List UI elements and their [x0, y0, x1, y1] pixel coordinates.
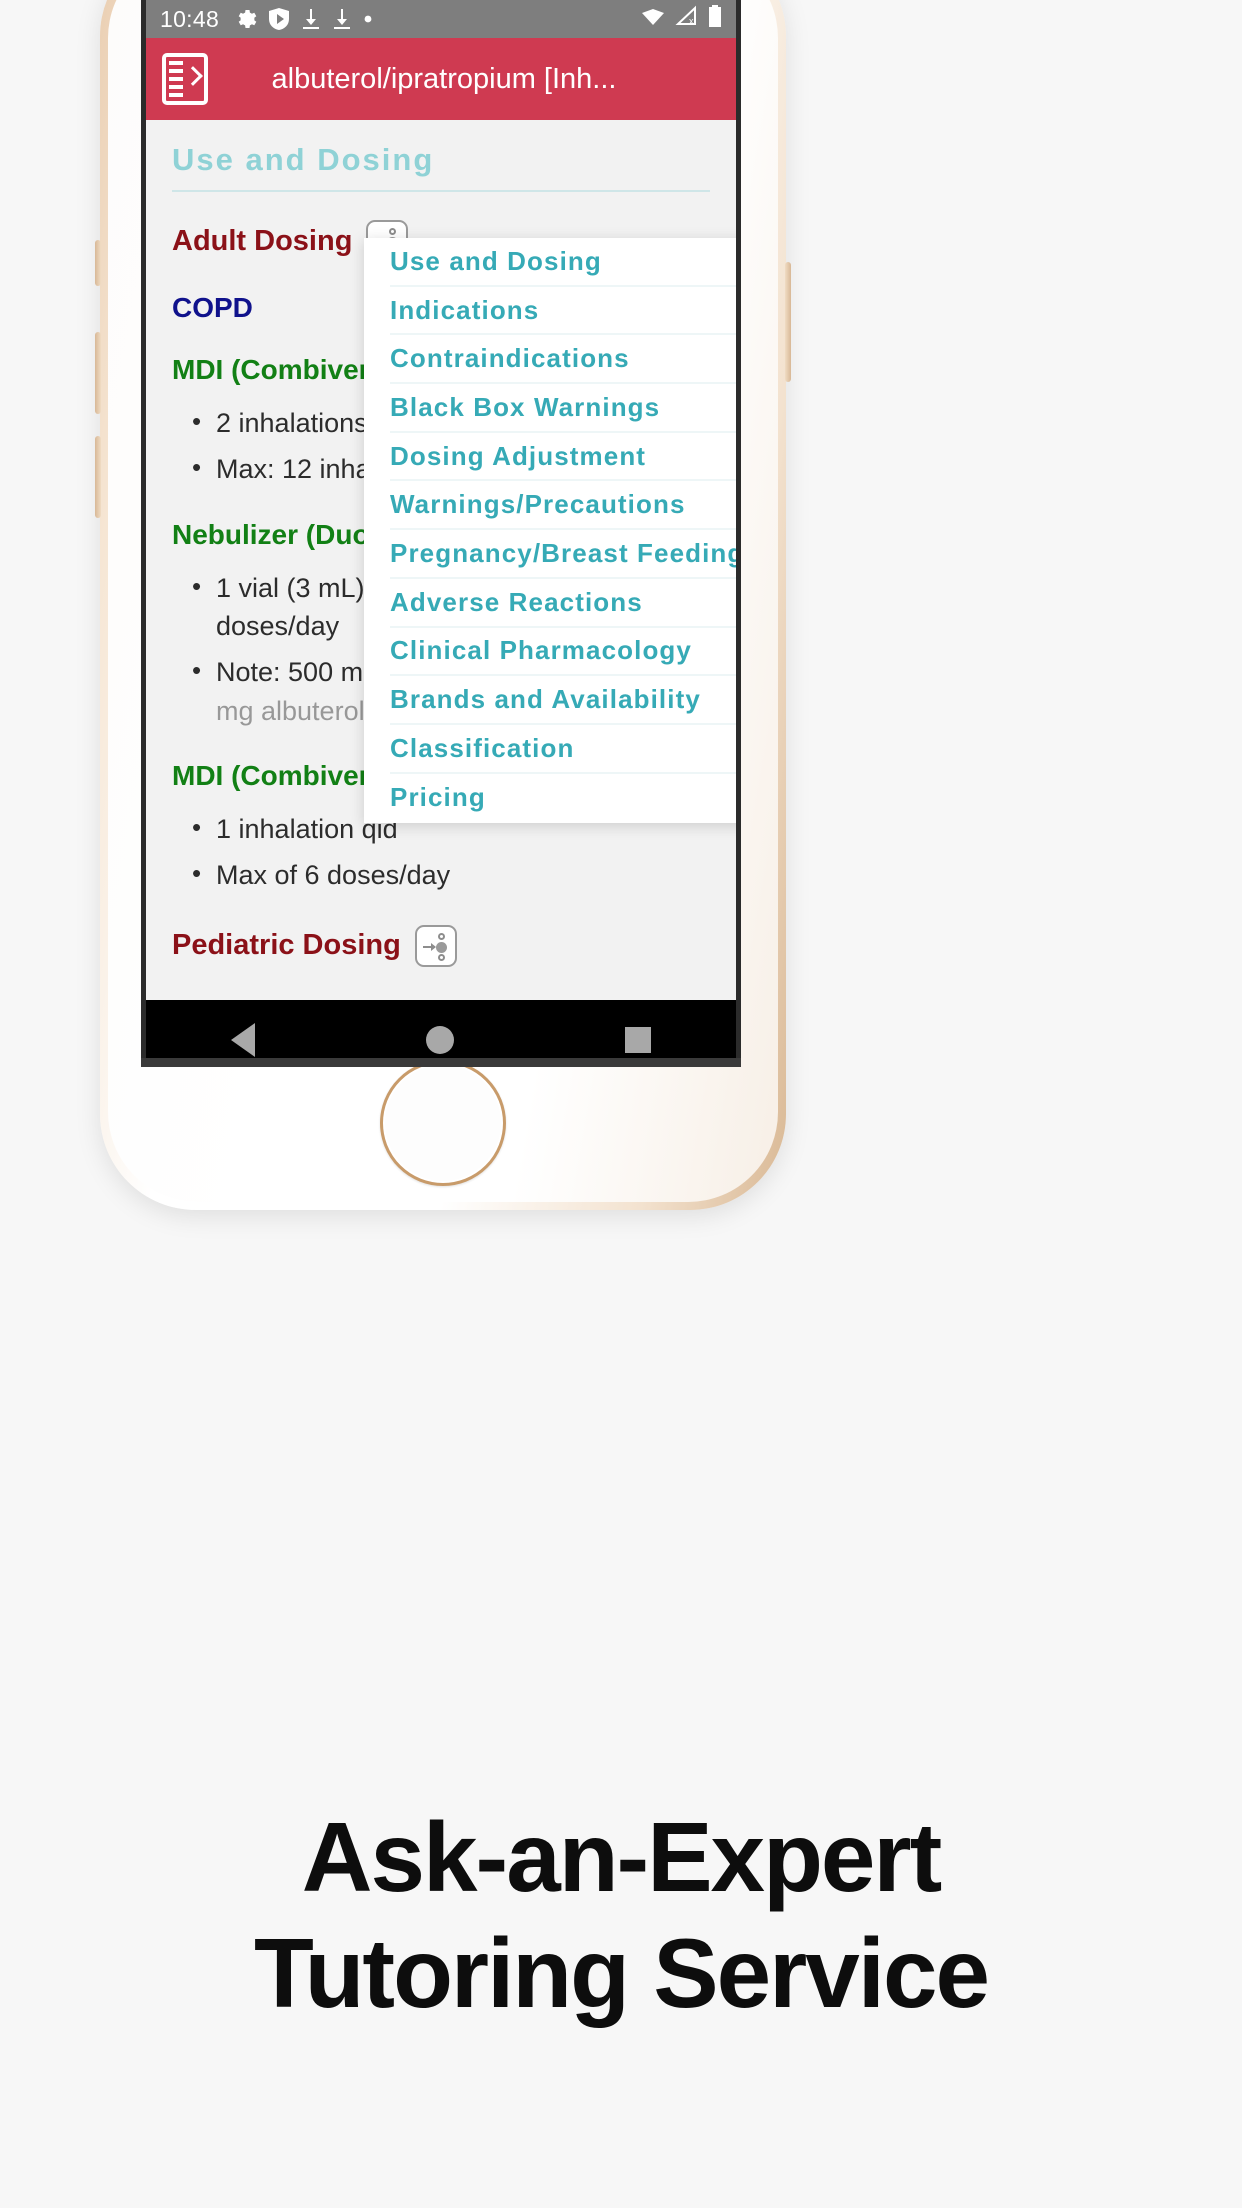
promo-caption: Ask-an-Expert Tutoring Service — [0, 1800, 1242, 2031]
cellular-no-signal-icon: x — [675, 5, 699, 33]
list-item-line-1: 1 vial (3 mL) — [216, 572, 365, 603]
recents-square-icon[interactable] — [624, 1027, 651, 1053]
app-bar-title: albuterol/ipratropium [Inh... — [271, 62, 617, 95]
drug-content-area: Use and Dosing Adult Dosing COPD MDI (Co… — [146, 120, 736, 1000]
back-triangle-icon[interactable] — [231, 1023, 256, 1057]
phone-power-button — [785, 262, 791, 382]
menu-item-indications[interactable]: Indications — [390, 287, 736, 336]
pediatric-dosing-label: Pediatric Dosing — [172, 929, 401, 962]
wifi-icon — [640, 5, 666, 33]
battery-icon — [708, 4, 722, 34]
phone-volume-up-button — [95, 332, 101, 414]
pediatric-dosing-header: Pediatric Dosing — [172, 924, 710, 967]
menu-item-warnings-precautions[interactable]: Warnings/Precautions — [390, 481, 736, 531]
home-circle-icon[interactable] — [425, 1026, 454, 1054]
dose-calculator-icon[interactable] — [414, 924, 457, 967]
phone-volume-down-button — [95, 436, 101, 518]
section-dropdown-menu[interactable]: Use and Dosing Indications Contraindicat… — [364, 238, 736, 823]
page-title: Use and Dosing — [172, 142, 435, 177]
app-bar: albuterol/ipratropium [Inh... — [146, 38, 736, 120]
shield-play-icon — [268, 7, 290, 31]
promo-caption-line-2: Tutoring Service — [253, 1917, 990, 2028]
title-divider — [172, 190, 710, 192]
download-icon — [301, 7, 321, 31]
menu-item-brands-and-availability[interactable]: Brands and Availability — [390, 676, 736, 725]
phone-mute-switch — [95, 240, 101, 286]
page-root: 10:48 x albuterol/ipratropium [Inh... Us… — [0, 0, 1242, 2208]
promo-caption-line-1: Ask-an-Expert — [301, 1802, 942, 1912]
android-navigation-bar — [146, 1000, 736, 1058]
svg-text:x: x — [689, 16, 694, 26]
menu-item-pricing[interactable]: Pricing — [390, 774, 736, 823]
list-item-line-1: Note: 500 mc — [216, 657, 377, 688]
list-panel-icon[interactable] — [162, 53, 208, 105]
gear-icon — [233, 7, 257, 31]
screen-bottom-bezel — [141, 1058, 741, 1067]
menu-item-black-box-warnings[interactable]: Black Box Warnings — [390, 384, 736, 433]
download-icon — [332, 7, 352, 31]
dot-icon — [363, 14, 373, 24]
menu-item-clinical-pharmacology[interactable]: Clinical Pharmacology — [390, 628, 736, 677]
list-item: Max of 6 doses/day — [192, 855, 710, 894]
phone-screen: 10:48 x albuterol/ipratropium [Inh... Us… — [141, 0, 741, 1058]
menu-item-pregnancy-breast-feeding[interactable]: Pregnancy/Breast Feeding — [390, 530, 736, 579]
phone-home-button[interactable] — [380, 1060, 506, 1186]
status-bar-clock: 10:48 — [160, 5, 220, 32]
menu-item-dosing-adjustment[interactable]: Dosing Adjustment — [390, 433, 736, 482]
menu-item-use-and-dosing[interactable]: Use and Dosing — [390, 238, 736, 287]
status-bar-right-icons: x — [640, 4, 722, 34]
menu-item-adverse-reactions[interactable]: Adverse Reactions — [390, 579, 736, 628]
adult-dosing-label: Adult Dosing — [172, 224, 353, 257]
menu-item-classification[interactable]: Classification — [390, 725, 736, 774]
status-bar: 10:48 x — [146, 0, 736, 38]
menu-item-contraindications[interactable]: Contraindications — [390, 335, 736, 385]
